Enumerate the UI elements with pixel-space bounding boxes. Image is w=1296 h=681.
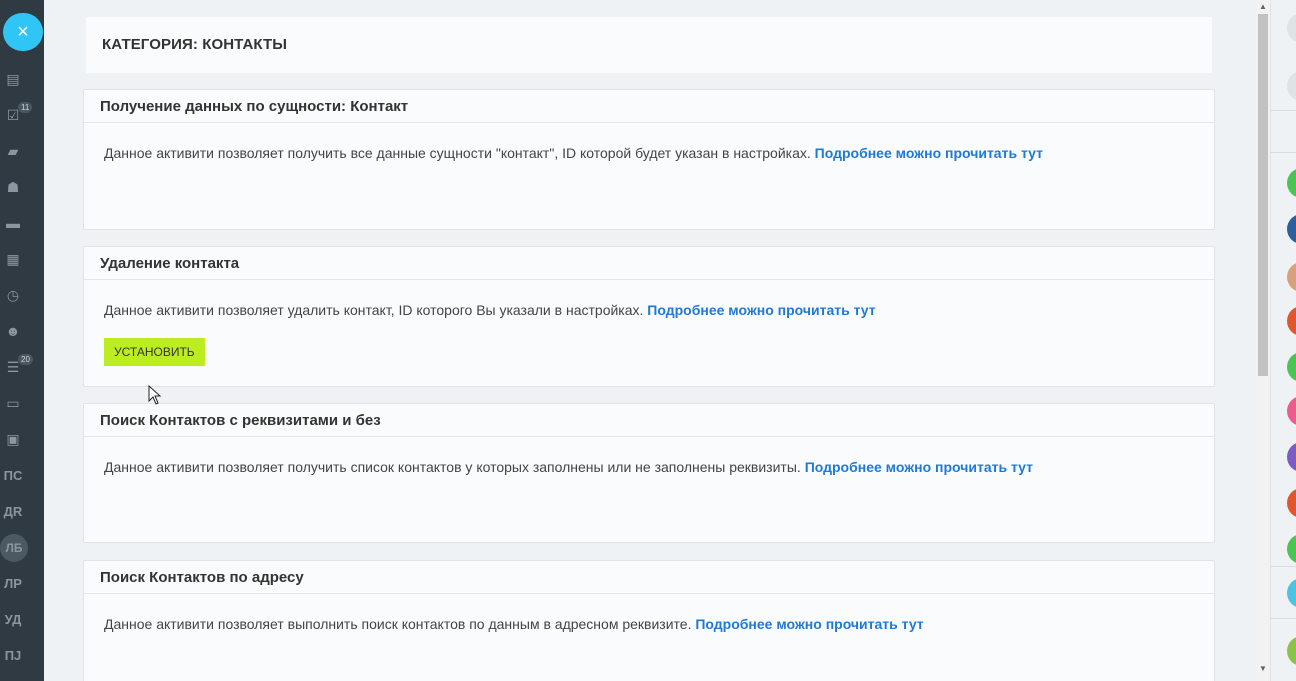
- chat-avatar[interactable]: [1287, 534, 1296, 564]
- read-more-link[interactable]: Подробнее можно прочитать тут: [815, 145, 1043, 161]
- read-more-link[interactable]: Подробнее можно прочитать тут: [647, 302, 875, 318]
- divider: [1271, 618, 1296, 619]
- card-description: Данное активити позволяет удалить контак…: [104, 302, 644, 318]
- card-title: Удаление контакта: [84, 247, 1214, 280]
- drive-icon[interactable]: ▬: [4, 215, 22, 231]
- chat-avatar[interactable]: [1287, 352, 1296, 382]
- feed-icon[interactable]: ▤: [4, 71, 22, 87]
- chat-avatar[interactable]: [1287, 442, 1296, 472]
- user-initials-6[interactable]: ПJ: [2, 648, 24, 663]
- robot-icon[interactable]: ☻: [4, 323, 22, 339]
- mouse-cursor-icon: [148, 385, 162, 405]
- scrollbar-thumb[interactable]: [1258, 14, 1268, 376]
- chat-avatar[interactable]: [1287, 488, 1296, 518]
- close-button[interactable]: ×: [3, 13, 43, 51]
- divider: [1271, 566, 1296, 567]
- window-icon[interactable]: ▭: [4, 395, 22, 411]
- left-sidebar: × ▤ ☑ 11 ▰ ☗ ▬ ▦ ◷ ☻ ☰ 20 ▭ ▣ ПС ДR ЛБ Л…: [0, 0, 44, 681]
- filter-badge: 20: [18, 354, 33, 365]
- main-content: КАТЕГОРИЯ: КОНТАКТЫ Получение данных по …: [44, 0, 1256, 681]
- card-body: Данное активити позволяет удалить контак…: [84, 280, 1214, 318]
- chat-avatar[interactable]: [1287, 306, 1296, 336]
- read-more-link[interactable]: Подробнее можно прочитать тут: [805, 459, 1033, 475]
- chat-icon[interactable]: ▰: [4, 143, 22, 159]
- chat-avatar[interactable]: [1287, 396, 1296, 426]
- card-description: Данное активити позволяет получить все д…: [104, 145, 811, 161]
- card-body: Данное активити позволяет выполнить поис…: [84, 594, 1214, 632]
- notifications-icon[interactable]: [1287, 71, 1296, 101]
- chat-avatar[interactable]: [1287, 262, 1296, 292]
- clock-icon[interactable]: ◷: [4, 287, 22, 303]
- chat-avatar[interactable]: [1287, 578, 1296, 608]
- card-description: Данное активити позволяет получить списо…: [104, 459, 801, 475]
- card-title: Поиск Контактов по адресу: [84, 561, 1214, 594]
- search-icon[interactable]: [1287, 13, 1296, 43]
- chat-avatar[interactable]: [1287, 168, 1296, 198]
- chat-avatar[interactable]: [1287, 636, 1296, 666]
- user-initials-5[interactable]: УД: [2, 612, 24, 627]
- id-card-icon[interactable]: ▣: [4, 431, 22, 447]
- activity-card: Удаление контакта Данное активити позвол…: [83, 246, 1215, 387]
- user-initials-3[interactable]: ЛБ: [0, 534, 28, 562]
- card-title: Поиск Контактов с реквизитами и без: [84, 404, 1214, 437]
- activity-card: Получение данных по сущности: Контакт Да…: [83, 89, 1215, 230]
- divider: [1271, 110, 1296, 111]
- page-scrollbar[interactable]: ▲ ▼: [1256, 0, 1270, 681]
- page-title: КАТЕГОРИЯ: КОНТАКТЫ: [102, 36, 288, 53]
- category-header: КАТЕГОРИЯ: КОНТАКТЫ: [86, 17, 1212, 73]
- card-description: Данное активити позволяет выполнить поис…: [104, 616, 692, 632]
- user-initials-4[interactable]: ЛР: [2, 576, 24, 591]
- divider: [1271, 152, 1296, 153]
- scroll-down-icon[interactable]: ▼: [1259, 664, 1267, 673]
- install-button[interactable]: УСТАНОВИТЬ: [104, 338, 205, 366]
- user-initials-2[interactable]: ДR: [2, 504, 24, 519]
- groups-icon[interactable]: ☗: [4, 179, 22, 195]
- activity-card: Поиск Контактов с реквизитами и без Данн…: [83, 403, 1215, 543]
- activity-card: Поиск Контактов по адресу Данное активит…: [83, 560, 1215, 681]
- card-body: Данное активити позволяет получить списо…: [84, 437, 1214, 475]
- tasks-badge: 11: [18, 102, 33, 113]
- right-panel: [1270, 0, 1296, 681]
- scroll-up-icon[interactable]: ▲: [1259, 2, 1267, 11]
- calendar-icon[interactable]: ▦: [4, 251, 22, 267]
- user-initials-1[interactable]: ПС: [2, 468, 24, 483]
- card-body: Данное активити позволяет получить все д…: [84, 123, 1214, 161]
- chat-avatar[interactable]: [1287, 214, 1296, 244]
- read-more-link[interactable]: Подробнее можно прочитать тут: [695, 616, 923, 632]
- card-title: Получение данных по сущности: Контакт: [84, 90, 1214, 123]
